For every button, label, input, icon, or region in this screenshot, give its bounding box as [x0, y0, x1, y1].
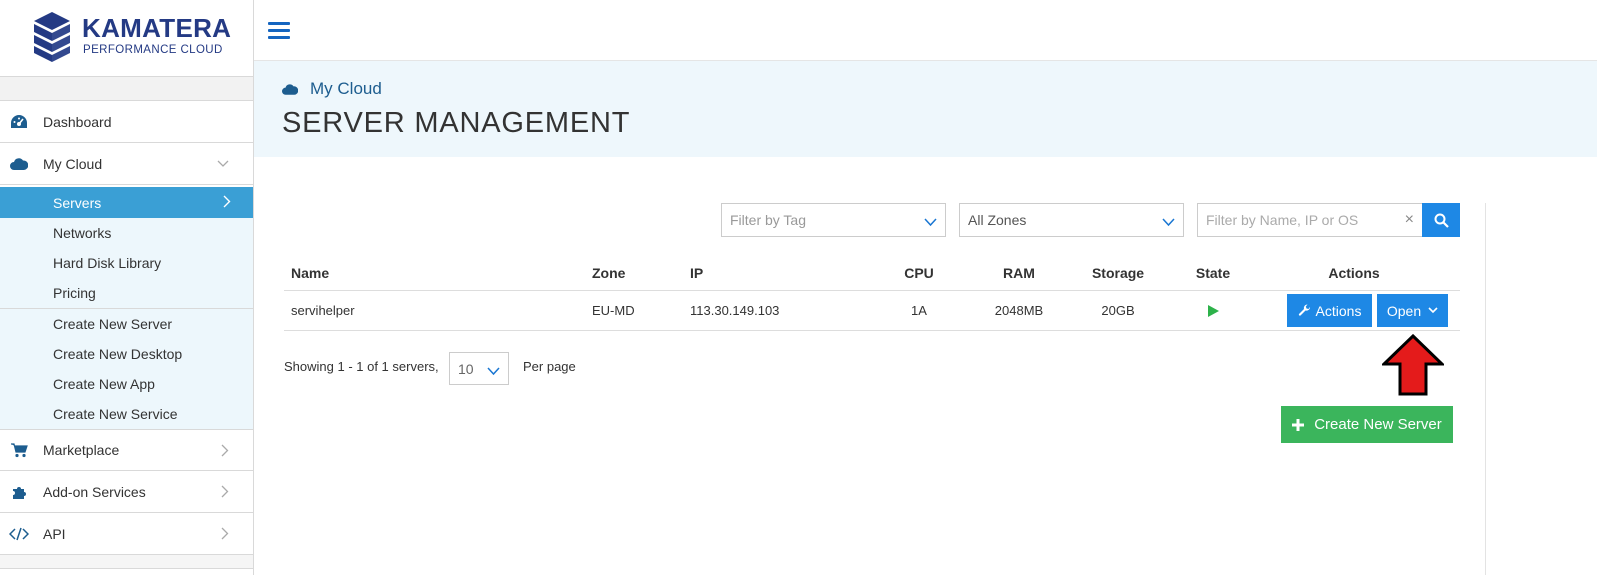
search-input[interactable]: Filter by Name, IP or OS × [1197, 203, 1423, 237]
column-header-zone[interactable]: Zone [592, 255, 625, 290]
table-row[interactable]: servihelper EU-MD 113.30.149.103 1A 2048… [284, 291, 1460, 331]
chevron-down-icon [1162, 214, 1175, 230]
per-page-value: 10 [458, 360, 474, 377]
cloud-icon [282, 83, 298, 95]
column-header-ip[interactable]: IP [690, 255, 703, 290]
sidebar-item-label: Create New Desktop [53, 346, 183, 362]
sidebar-item-networks[interactable]: Networks [0, 218, 253, 248]
sidebar: KAMATERA PERFORMANCE CLOUD Dashboard My … [0, 0, 254, 575]
kamatera-logo-icon [34, 12, 70, 62]
column-header-storage[interactable]: Storage [1078, 255, 1158, 290]
server-ram: 2048MB [994, 303, 1044, 318]
panel-border [1485, 203, 1486, 575]
column-header-cpu[interactable]: CPU [894, 255, 944, 290]
sidebar-item-label: Hard Disk Library [53, 255, 162, 271]
sidebar-item-marketplace[interactable]: Marketplace [0, 429, 253, 471]
chevron-right-icon [221, 444, 229, 460]
per-page-select[interactable]: 10 [449, 352, 509, 385]
sidebar-item-api[interactable]: API [0, 513, 253, 555]
open-button-label: Open [1386, 302, 1422, 319]
tag-filter-placeholder: Filter by Tag [730, 212, 806, 228]
sidebar-item-label: Dashboard [43, 113, 112, 130]
sidebar-item-label: Create New App [53, 376, 155, 392]
column-header-state[interactable]: State [1188, 255, 1238, 290]
state-running-icon [1188, 291, 1238, 330]
sidebar-item-create-new-desktop[interactable]: Create New Desktop [0, 339, 253, 369]
zone-filter-value: All Zones [968, 212, 1027, 228]
hamburger-menu-icon[interactable] [268, 22, 290, 39]
sidebar-spacer [0, 77, 253, 101]
sidebar-item-hard-disk-library[interactable]: Hard Disk Library [0, 248, 253, 278]
page-header: My Cloud SERVER MANAGEMENT [254, 61, 1597, 157]
clear-icon[interactable]: × [1405, 211, 1414, 229]
sidebar-item-create-new-service[interactable]: Create New Service [0, 399, 253, 429]
sidebar-item-servers[interactable]: Servers [0, 187, 253, 218]
chevron-right-icon [223, 195, 231, 211]
sidebar-item-label: Servers [53, 194, 102, 211]
actions-button[interactable]: Actions [1287, 294, 1372, 327]
create-new-server-button[interactable]: Create New Server [1281, 406, 1453, 443]
chevron-down-icon [924, 214, 937, 230]
actions-button-label: Actions [1315, 302, 1362, 319]
server-name[interactable]: servihelper [291, 291, 355, 330]
column-header-name[interactable]: Name [291, 255, 329, 290]
breadcrumb[interactable]: My Cloud [282, 79, 382, 99]
pagination-summary: Showing 1 - 1 of 1 servers, [284, 359, 439, 374]
server-zone: EU-MD [592, 303, 635, 318]
sidebar-item-label: Add-on Services [43, 483, 146, 500]
sidebar-item-label: Networks [53, 225, 112, 241]
plus-icon [1292, 418, 1305, 431]
server-cpu: 1A [911, 303, 927, 318]
tag-filter-select[interactable]: Filter by Tag [721, 203, 946, 237]
sidebar-item-label: Pricing [53, 285, 96, 301]
column-header-actions: Actions [1328, 264, 1380, 281]
open-button[interactable]: Open [1377, 294, 1448, 327]
chevron-down-icon [1428, 307, 1438, 314]
zone-filter-select[interactable]: All Zones [959, 203, 1184, 237]
sidebar-item-label: Create New Server [53, 316, 173, 332]
column-header-ram[interactable]: RAM [984, 255, 1054, 290]
per-page-label: Per page [523, 359, 576, 374]
sidebar-item-dashboard[interactable]: Dashboard [0, 101, 253, 143]
wrench-icon [1298, 304, 1311, 317]
code-icon [9, 524, 29, 544]
server-ip: 113.30.149.103 [690, 303, 780, 318]
search-placeholder: Filter by Name, IP or OS [1206, 212, 1359, 228]
chevron-down-icon [217, 157, 229, 171]
sidebar-item-add-on-services[interactable]: Add-on Services [0, 471, 253, 513]
red-arrow-annotation-icon [1382, 334, 1444, 396]
brand-name: KAMATERA [82, 13, 232, 43]
sidebar-item-my-cloud[interactable]: My Cloud [0, 143, 253, 185]
sidebar-item-label: My Cloud [43, 155, 103, 172]
breadcrumb-label: My Cloud [310, 79, 382, 98]
servers-table: Name Zone IP CPU RAM Storage State Actio… [284, 255, 1460, 331]
search-button[interactable] [1422, 203, 1460, 237]
page-title: SERVER MANAGEMENT [282, 107, 631, 139]
cart-icon [9, 440, 29, 460]
search-icon [1434, 213, 1449, 228]
create-new-server-label: Create New Server [1314, 416, 1442, 433]
sidebar-item-label: Create New Service [53, 406, 178, 422]
my-cloud-submenu: Servers Networks Hard Disk Library Prici… [0, 185, 253, 429]
cloud-icon [9, 154, 29, 174]
chevron-right-icon [221, 527, 229, 543]
server-storage: 20GB [1101, 303, 1135, 318]
sidebar-item-label: API [43, 525, 66, 542]
brand-tagline: PERFORMANCE CLOUD [83, 44, 223, 56]
sidebar-item-label: Marketplace [43, 442, 120, 458]
sidebar-item-pricing[interactable]: Pricing [0, 278, 253, 308]
top-bar [254, 0, 1597, 61]
table-header-row: Name Zone IP CPU RAM Storage State Actio… [284, 255, 1460, 291]
sidebar-item-create-new-server[interactable]: Create New Server [0, 309, 253, 339]
logo[interactable]: KAMATERA PERFORMANCE CLOUD [0, 0, 253, 77]
chevron-right-icon [221, 485, 229, 501]
sidebar-footer-band [0, 555, 253, 569]
chevron-down-icon [487, 363, 500, 379]
puzzle-icon [9, 482, 29, 502]
sidebar-item-create-new-app[interactable]: Create New App [0, 369, 253, 399]
dashboard-icon [9, 112, 29, 132]
